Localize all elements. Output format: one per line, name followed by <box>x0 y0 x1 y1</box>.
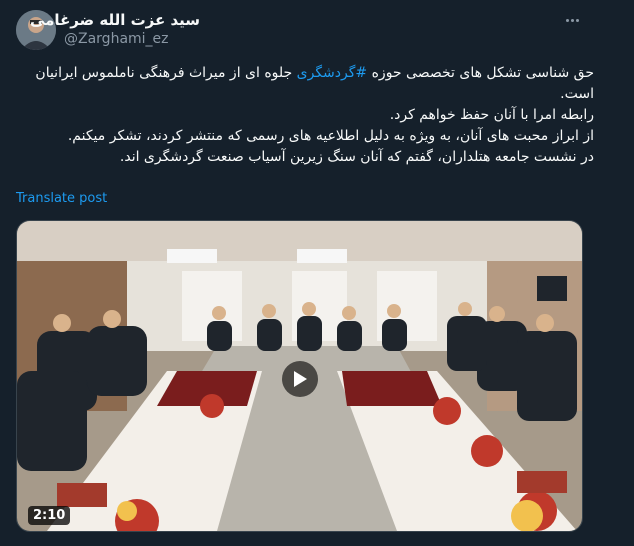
tweet-line-2: رابطه امرا با آنان حفظ خواهم کرد. <box>389 107 594 123</box>
more-icon[interactable] <box>562 10 582 30</box>
tweet-text: حق شناسی تشکل های تخصصی حوزه #گردشگری جل… <box>24 63 594 168</box>
tweet-line-1-pre: حق شناسی تشکل های تخصصی حوزه <box>371 65 594 81</box>
translate-post-link[interactable]: Translate post <box>16 191 107 206</box>
video-duration: 2:10 <box>28 506 71 525</box>
hashtag-link[interactable]: #گردشگری <box>297 65 368 81</box>
author-name[interactable]: سید عزت الله ضرغامی <box>30 11 200 29</box>
tweet-line-1: حق شناسی تشکل های تخصصی حوزه #گردشگری جل… <box>24 63 594 105</box>
play-icon[interactable] <box>282 361 318 397</box>
tweet-line-4: در نشست جامعه هتلداران، گفتم که آنان سنگ… <box>119 149 594 165</box>
author-handle[interactable]: @Zarghami_ez <box>64 31 169 47</box>
tweet-line-3: از ابراز محبت های آنان، به ویژه به دلیل … <box>67 128 594 144</box>
